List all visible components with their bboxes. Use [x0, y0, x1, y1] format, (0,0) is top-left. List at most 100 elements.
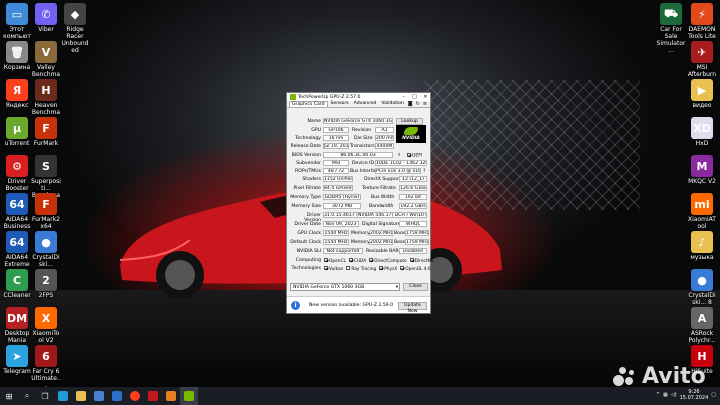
- computing-checkbox-directml[interactable]: DirectML: [409, 258, 434, 264]
- technologies-list: Vulkan Ray Tracing PhysX OpenGL 4.6: [324, 266, 434, 272]
- gpu-select[interactable]: NVIDIA GeForce GTX 1060 3GB ▾: [290, 283, 400, 291]
- desktop-icon-car-sale[interactable]: ⛟ Car For Sale Simulator...: [656, 2, 686, 54]
- info-icon: i: [291, 301, 300, 310]
- superposition-icon: S: [35, 155, 57, 177]
- tab-advanced[interactable]: Advanced: [352, 101, 379, 107]
- driverdate-value[interactable]: Nov 09, 2023: [323, 221, 359, 227]
- memtype-value[interactable]: GDDR5 (Hynix): [323, 194, 361, 200]
- taskbar-store[interactable]: [90, 387, 108, 405]
- technologies-checkbox-physx[interactable]: PhysX: [379, 266, 397, 272]
- tab-graphics-card[interactable]: Graphics Card: [289, 101, 328, 107]
- taskbar-yandex[interactable]: [126, 387, 144, 405]
- digsig-value[interactable]: WHQL: [399, 221, 427, 227]
- update-now-button[interactable]: Update Now: [398, 302, 427, 314]
- computing-checkbox-opencl[interactable]: OpenCL: [324, 258, 346, 264]
- name-value[interactable]: NVIDIA GeForce GTX 1060 3GB: [323, 118, 393, 124]
- deviceid-value[interactable]: 10DE 1C02 - 1462 3287: [375, 160, 427, 166]
- minimize-button[interactable]: –: [399, 94, 408, 100]
- desktop-icon-label: Яндекс: [5, 102, 29, 109]
- desktop-icon-ridge-racer[interactable]: ◆ Ridge Racer Unbounded: [60, 2, 90, 54]
- network-icon[interactable]: ▦: [663, 392, 668, 398]
- rebar-value[interactable]: Disabled: [399, 248, 427, 254]
- update-bar: i New version available: GPU-Z 2.59.0 Up…: [287, 296, 430, 314]
- bios-share-icon[interactable]: ⇪: [397, 153, 401, 158]
- technologies-checkbox-ray-tracing[interactable]: Ray Tracing: [346, 266, 376, 272]
- default-memory-value[interactable]: 2002 MHz: [369, 239, 393, 245]
- desktop-icon-label: HxD: [695, 140, 709, 147]
- gpuz-titlebar[interactable]: TechPowerUp GPU-Z 2.57.0 – □ ✕: [287, 93, 430, 101]
- directx-value[interactable]: 12 (12_1): [399, 176, 427, 182]
- checkbox-icon: [324, 266, 328, 270]
- technologies-checkbox-vulkan[interactable]: Vulkan: [324, 266, 343, 272]
- computing-checkbox-cuda[interactable]: CUDA: [348, 258, 366, 264]
- taskbar-app-2[interactable]: [162, 387, 180, 405]
- texture-value[interactable]: 126.6 GTexel/s: [399, 185, 427, 191]
- desktop-mania-icon: DM: [6, 307, 28, 329]
- task-view-button[interactable]: ❐: [36, 387, 54, 405]
- memory-clock-value[interactable]: 2002 MHz: [369, 230, 393, 236]
- bus-value[interactable]: PCIe x16 3.0 @ x16 3.0: [375, 168, 421, 174]
- video-folder-icon: ▶: [691, 79, 713, 101]
- default-boost-value[interactable]: 1759 MHz: [405, 239, 429, 245]
- release-value[interactable]: Jul 19, 2016: [323, 143, 349, 149]
- subvendor-value[interactable]: MSI: [323, 160, 349, 166]
- diesize-value[interactable]: 200 mm²: [375, 135, 394, 141]
- help-icon[interactable]: ?: [423, 169, 425, 174]
- desktop-icon-telegram[interactable]: ➤ Telegram: [2, 344, 32, 387]
- taskbar-explorer[interactable]: [72, 387, 90, 405]
- uefi-checkbox[interactable]: UEFI: [407, 153, 422, 159]
- checkbox-icon: [346, 266, 351, 270]
- valley-icon: V: [35, 41, 57, 63]
- taskbar-mail[interactable]: [108, 387, 126, 405]
- tab-sensors[interactable]: Sensors: [329, 101, 351, 107]
- maximize-button[interactable]: □: [410, 94, 419, 100]
- bios-label: BIOS Version: [291, 153, 321, 158]
- technology-value[interactable]: 16 nm: [323, 135, 349, 141]
- checkbox-icon: [369, 258, 374, 262]
- defclock-value[interactable]: 1544 MHz: [323, 239, 349, 245]
- driver-value[interactable]: 31.0.15.4617 (NVIDIA 546.17) DCH / Win10…: [323, 212, 427, 218]
- taskbar-edge[interactable]: [54, 387, 72, 405]
- clock[interactable]: 9:26 15.07.2024: [680, 389, 709, 401]
- menu-icon[interactable]: ≡: [423, 102, 427, 107]
- revision-value[interactable]: A1: [375, 127, 394, 133]
- buswidth-value[interactable]: 192 bit: [399, 194, 427, 200]
- sli-value[interactable]: Not supported: [323, 248, 363, 254]
- volume-icon[interactable]: ◁): [671, 392, 677, 398]
- tab-validation[interactable]: Validation: [379, 101, 406, 107]
- desktop-icon-label: AIDA64 Extreme: [4, 254, 30, 268]
- car-sale-icon: ⛟: [660, 3, 682, 25]
- revision-label: Revision: [352, 128, 372, 133]
- gpuclock-value[interactable]: 1544 MHz: [323, 230, 349, 236]
- tray-chevron-icon[interactable]: ^: [656, 392, 660, 398]
- desktop-icon-farcry[interactable]: 6 Far Cry 6 Ultimate...: [31, 344, 61, 387]
- boost-value[interactable]: 1759 MHz: [405, 230, 429, 236]
- search-taskbar-button[interactable]: ⌕: [18, 387, 36, 405]
- gpu-value[interactable]: GP106: [323, 127, 349, 133]
- yandex-browser-icon: [130, 391, 140, 401]
- bandwidth-value[interactable]: 192.2 GB/s: [399, 203, 427, 209]
- bios-value[interactable]: 86.06.3C.00.03: [323, 152, 393, 158]
- taskbar-gpuz[interactable]: [180, 387, 198, 405]
- notification-icon[interactable]: ▢: [711, 392, 716, 398]
- desktop-icon-label: MKQC V2: [688, 178, 716, 185]
- taskbar-app-1[interactable]: [144, 387, 162, 405]
- desktop-icon-label: CCleaner: [3, 292, 31, 299]
- shaders-value[interactable]: 1152 Unified: [323, 176, 353, 182]
- computing-checkbox-directcompute[interactable]: DirectCompute: [369, 258, 407, 264]
- lookup-button[interactable]: Lookup: [396, 118, 423, 125]
- gpuz-window[interactable]: TechPowerUp GPU-Z 2.57.0 – □ ✕ Graphics …: [286, 92, 434, 314]
- rops-value[interactable]: 48 / 72: [323, 168, 349, 174]
- technologies-checkbox-opengl-4-6[interactable]: OpenGL 4.6: [400, 266, 431, 272]
- close-button[interactable]: Close: [403, 283, 428, 291]
- row-fillrate: Pixel Fillrate 84.4 GPixel/s Texture Fil…: [289, 184, 429, 192]
- aida64-icon: 64: [6, 193, 28, 215]
- start-button[interactable]: ⊞: [0, 387, 18, 405]
- camera-icon[interactable]: ◙: [408, 102, 413, 107]
- checkbox-icon: [379, 266, 384, 270]
- close-window-button[interactable]: ✕: [421, 94, 430, 100]
- pixel-value[interactable]: 84.4 GPixel/s: [323, 185, 353, 191]
- memsize-value[interactable]: 3072 MB: [323, 203, 361, 209]
- refresh-icon[interactable]: ↻: [416, 102, 420, 107]
- transistors-value[interactable]: 4400M: [375, 143, 394, 149]
